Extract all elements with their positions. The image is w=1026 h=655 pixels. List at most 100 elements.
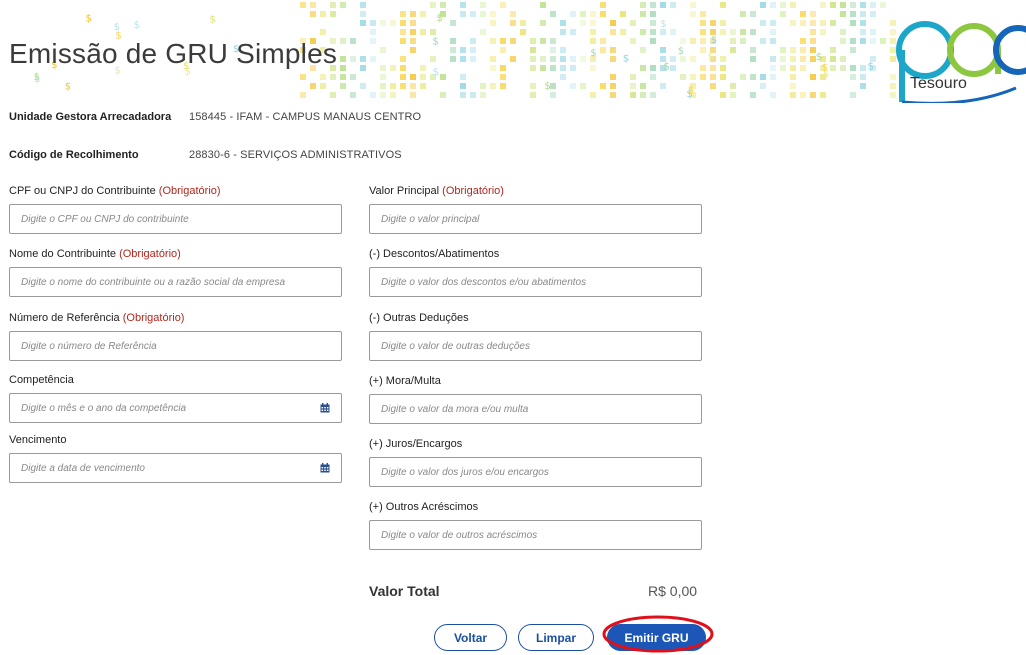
- banner-square: [640, 65, 646, 71]
- banner-square: [390, 83, 396, 89]
- total-label: Valor Total: [369, 583, 440, 599]
- voltar-button[interactable]: Voltar: [434, 624, 507, 651]
- mora-input[interactable]: Digite o valor da mora e/ou multa: [369, 394, 702, 424]
- nome-field: Nome do Contribuinte (Obrigatório) Digit…: [9, 248, 342, 297]
- vencimento-input[interactable]: Digite a data de vencimento: [9, 453, 342, 483]
- banner-square: [530, 47, 536, 53]
- banner-square: [650, 29, 656, 35]
- banner-square: [550, 83, 556, 89]
- banner-square: [500, 83, 506, 89]
- banner-square: [640, 92, 646, 98]
- banner-square: [470, 92, 476, 98]
- banner-square: [470, 56, 476, 62]
- mora-label: (+) Mora/Multa: [369, 375, 441, 387]
- competencia-field: Competência Digite o mês e o ano da comp…: [9, 374, 342, 423]
- banner-square: [830, 20, 836, 26]
- banner-square: [610, 29, 616, 35]
- banner-square: [770, 20, 776, 26]
- banner-square: [710, 65, 716, 71]
- banner-square: [360, 83, 366, 89]
- banner-square: [790, 20, 796, 26]
- banner-square: [370, 20, 376, 26]
- banner-square: [620, 29, 626, 35]
- deducoes-input[interactable]: Digite o valor de outras deduções: [369, 331, 702, 361]
- limpar-button[interactable]: Limpar: [518, 624, 594, 651]
- banner-square: [450, 47, 456, 53]
- banner-square: [790, 74, 796, 80]
- ug-label: Unidade Gestora Arrecadadora: [9, 111, 172, 123]
- banner-square: [710, 74, 716, 80]
- banner-square: [550, 65, 556, 71]
- acrescimos-input[interactable]: Digite o valor de outros acréscimos: [369, 520, 702, 550]
- banner-square: [310, 11, 316, 17]
- banner-square: [370, 29, 376, 35]
- banner-square: [340, 65, 346, 71]
- banner-square: [430, 56, 436, 62]
- banner-square: [470, 11, 476, 17]
- banner-square: [490, 83, 496, 89]
- banner-square: [340, 74, 346, 80]
- banner-dollar-glyph: $: [545, 81, 551, 92]
- banner-square: [490, 20, 496, 26]
- juros-input[interactable]: Digite o valor dos juros e/ou encargos: [369, 457, 702, 487]
- banner-square: [500, 2, 506, 8]
- principal-input[interactable]: Digite o valor principal: [369, 204, 702, 234]
- banner-square: [570, 83, 576, 89]
- banner-square: [400, 11, 406, 17]
- banner-square: [310, 83, 316, 89]
- principal-placeholder: Digite o valor principal: [381, 213, 480, 225]
- banner-square: [420, 74, 426, 80]
- banner-square: [530, 65, 536, 71]
- nome-input[interactable]: Digite o nome do contribuinte ou a razão…: [9, 267, 342, 297]
- calendar-icon[interactable]: [320, 403, 330, 413]
- banner-square: [400, 83, 406, 89]
- banner-square: [700, 11, 706, 17]
- calendar-icon[interactable]: [320, 463, 330, 473]
- banner-square: [330, 92, 336, 98]
- banner-dollar-glyph: $: [437, 13, 443, 24]
- banner-square: [590, 20, 596, 26]
- banner-square: [500, 65, 506, 71]
- codigo-row: Código de Recolhimento 28830-6 - SERVIÇO…: [9, 149, 402, 161]
- banner-square: [810, 29, 816, 35]
- banner-square: [840, 65, 846, 71]
- banner-square: [510, 56, 516, 62]
- banner-square: [790, 47, 796, 53]
- vencimento-placeholder: Digite a data de vencimento: [21, 462, 145, 474]
- nome-label: Nome do Contribuinte (Obrigatório): [9, 248, 181, 260]
- deducoes-field: (-) Outras Deduções Digite o valor de ou…: [369, 312, 702, 361]
- banner-square: [790, 83, 796, 89]
- referencia-input[interactable]: Digite o número de Referência: [9, 331, 342, 361]
- banner-square: [560, 65, 566, 71]
- banner-square: [610, 83, 616, 89]
- banner-square: [380, 74, 386, 80]
- descontos-input[interactable]: Digite o valor dos descontos e/ou abatim…: [369, 267, 702, 297]
- banner-square: [810, 38, 816, 44]
- banner-square: [660, 2, 666, 8]
- banner-square: [340, 38, 346, 44]
- banner-square: [570, 11, 576, 17]
- banner-square: [500, 47, 506, 53]
- banner-square: [770, 56, 776, 62]
- banner-square: [330, 2, 336, 8]
- banner-square: [720, 29, 726, 35]
- banner-square: [850, 74, 856, 80]
- banner-square: [380, 47, 386, 53]
- banner-square: [690, 2, 696, 8]
- banner-square: [420, 65, 426, 71]
- banner-square: [770, 74, 776, 80]
- banner-square: [740, 29, 746, 35]
- competencia-input[interactable]: Digite o mês e o ano da competência: [9, 393, 342, 423]
- banner-square: [520, 20, 526, 26]
- banner-square: [630, 83, 636, 89]
- banner-square: [800, 65, 806, 71]
- banner-square: [740, 74, 746, 80]
- required-marker: (Obrigatório): [442, 185, 504, 197]
- banner-square: [360, 65, 366, 71]
- cpf-field: CPF ou CNPJ do Contribuinte (Obrigatório…: [9, 185, 342, 234]
- cpf-input[interactable]: Digite o CPF ou CNPJ do contribuinte: [9, 204, 342, 234]
- banner-square: [340, 2, 346, 8]
- banner-square: [800, 38, 806, 44]
- banner-square: [530, 83, 536, 89]
- banner-square: [480, 92, 486, 98]
